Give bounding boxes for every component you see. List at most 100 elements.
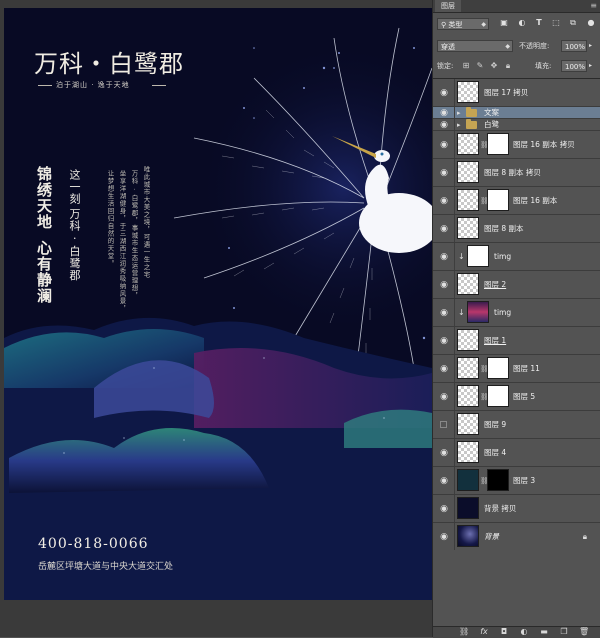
eye-icon[interactable]: ◉ (439, 120, 449, 130)
row-divider (454, 271, 455, 298)
blend-mode-value: 穿透 (441, 43, 455, 51)
layer-name: 图层 8 副本 (484, 224, 524, 233)
row-divider (454, 411, 455, 438)
layers-empty-area (433, 550, 600, 626)
layer-row[interactable]: ◉ ⛓ 图层 16 副本 拷贝 (433, 131, 600, 159)
layer-row[interactable]: 图层 9 (433, 411, 600, 439)
lock-all-icon[interactable]: 🔒︎ (503, 61, 513, 71)
fill-label: 填充: (535, 62, 552, 70)
adjustment-filter-icon[interactable]: ◐ (517, 18, 527, 28)
layer-row[interactable]: ◉ ↓ timg (433, 299, 600, 327)
fill-dropdown-icon[interactable]: ▸ (589, 60, 592, 72)
layer-mask-thumbnail[interactable] (487, 469, 509, 491)
layer-thumbnail (467, 301, 489, 323)
lock-pixels-icon[interactable]: ✎ (475, 61, 485, 71)
layer-row[interactable]: ◉ 图层 8 副本 (433, 215, 600, 243)
fx-icon[interactable]: fx (479, 627, 489, 637)
eye-icon[interactable]: ◉ (439, 532, 449, 542)
opacity-input[interactable]: 100% (561, 40, 587, 52)
chevron-right-icon[interactable]: ▸ (457, 120, 461, 130)
layer-thumbnail (457, 81, 479, 103)
body-text-col-3: 坐享洋湖健身，于三湖西江润秀吸纳风景， (118, 170, 126, 313)
layer-mask-thumbnail[interactable] (487, 189, 509, 211)
pixel-filter-icon[interactable]: ▣ (499, 18, 509, 28)
blend-row: 穿透 ◆ 不透明度: 100% ▸ (433, 37, 600, 55)
layer-row[interactable]: ◉ ↓ timg (433, 243, 600, 271)
chevron-right-icon[interactable]: ▸ (457, 108, 461, 118)
eye-icon[interactable]: ◉ (439, 280, 449, 290)
fill-input[interactable]: 100% (561, 60, 587, 72)
filter-row: ⚲ 类型 ◆ ▣ ◐ T ⬚ ⧉ ● (433, 14, 600, 34)
row-divider (454, 79, 455, 106)
opacity-dropdown-icon[interactable]: ▸ (589, 40, 592, 52)
adjustment-layer-icon[interactable]: ◐ (519, 627, 529, 637)
layer-row[interactable]: ◉ 背景 🔒︎ (433, 523, 600, 551)
eye-icon[interactable]: ◉ (439, 108, 449, 118)
eye-icon[interactable]: ◉ (439, 336, 449, 346)
add-mask-icon[interactable]: ◘ (499, 627, 509, 637)
eye-icon[interactable]: ◉ (439, 504, 449, 514)
trash-icon[interactable]: 🗑︎ (579, 627, 589, 637)
layer-row[interactable]: ◉ 背景 拷贝 (433, 495, 600, 523)
eye-icon[interactable]: ◉ (439, 196, 449, 206)
layer-row[interactable]: ◉ 图层 4 (433, 439, 600, 467)
new-group-icon[interactable]: ▬ (539, 627, 549, 637)
eye-icon[interactable]: ◉ (439, 448, 449, 458)
filter-toggle-icon[interactable]: ● (586, 18, 596, 28)
mid-col-2: 万科 · 白鹭郡 (68, 208, 81, 282)
document-canvas[interactable]: 万科・白鹭郡 泊于湖山 · 逸于天地 锦绣天地 心有静澜 这一刻 万科 · 白鹭… (0, 0, 432, 637)
layer-group-row[interactable]: ◉ ▸ 白鹭 (433, 119, 600, 131)
layer-name: 图层 2 (484, 280, 507, 289)
eye-icon[interactable]: ◉ (439, 168, 449, 178)
panel-menu-icon[interactable]: ≡ (590, 0, 597, 12)
row-divider (454, 439, 455, 466)
poster-address: 岳麓区坪塘大道与中央大道交汇处 (38, 562, 174, 572)
tab-layers[interactable]: 图层 (435, 0, 461, 12)
folder-icon (466, 119, 477, 129)
visibility-toggle-off[interactable] (440, 421, 447, 428)
layer-name: 背景 (484, 532, 499, 541)
layer-thumbnail (457, 525, 479, 547)
layer-name: 图层 16 副本 (513, 196, 558, 205)
layer-row[interactable]: ◉ ⛓ 图层 5 (433, 383, 600, 411)
layer-thumbnail (457, 133, 479, 155)
row-divider (454, 523, 455, 550)
type-filter-icon[interactable]: T (534, 18, 544, 28)
eye-icon[interactable]: ◉ (439, 476, 449, 486)
smartobject-filter-icon[interactable]: ⧉ (568, 18, 578, 28)
new-layer-icon[interactable]: ❐ (559, 627, 569, 637)
layer-row[interactable]: ◉ 图层 17 拷贝 (433, 79, 600, 107)
layer-row[interactable]: ◉ ⛓ 图层 11 (433, 355, 600, 383)
layer-row[interactable]: ◉ 图层 8 副本 拷贝 (433, 159, 600, 187)
layer-thumbnail (457, 161, 479, 183)
eye-icon[interactable]: ◉ (439, 364, 449, 374)
layer-row[interactable]: ◉ 图层 2 (433, 271, 600, 299)
shape-filter-icon[interactable]: ⬚ (551, 18, 561, 28)
layer-thumbnail (457, 441, 479, 463)
layer-thumbnail (457, 273, 479, 295)
lock-transparent-icon[interactable]: ⊞ (461, 61, 471, 71)
layer-row[interactable]: ◉ 图层 1 (433, 327, 600, 355)
layer-name: 图层 1 (484, 336, 507, 345)
layer-group-row[interactable]: ◉ ▸ 文案 (433, 107, 600, 119)
layer-thumbnail (467, 245, 489, 267)
blend-mode-select[interactable]: 穿透 ◆ (437, 40, 513, 52)
lock-icon: 🔒︎ (582, 532, 587, 541)
eye-icon[interactable]: ◉ (439, 224, 449, 234)
kind-filter-select[interactable]: ⚲ 类型 ◆ (437, 18, 489, 30)
eye-icon[interactable]: ◉ (439, 88, 449, 98)
layer-row[interactable]: ◉ ⛓ 图层 16 副本 (433, 187, 600, 215)
eye-icon[interactable]: ◉ (439, 252, 449, 262)
layer-row[interactable]: ◉ ⛓ 图层 3 (433, 467, 600, 495)
layer-mask-thumbnail[interactable] (487, 385, 509, 407)
link-layers-icon[interactable]: ⛓ (459, 627, 469, 637)
layers-bottom-toolbar: ⛓ fx ◘ ◐ ▬ ❐ 🗑︎ (433, 626, 600, 638)
layer-name: 图层 9 (484, 420, 507, 429)
eye-icon[interactable]: ◉ (439, 392, 449, 402)
slogan-col-1: 锦绣天地 (35, 166, 53, 230)
layer-mask-thumbnail[interactable] (487, 133, 509, 155)
eye-icon[interactable]: ◉ (439, 140, 449, 150)
layer-mask-thumbnail[interactable] (487, 357, 509, 379)
lock-position-icon[interactable]: ✥ (489, 61, 499, 71)
eye-icon[interactable]: ◉ (439, 308, 449, 318)
